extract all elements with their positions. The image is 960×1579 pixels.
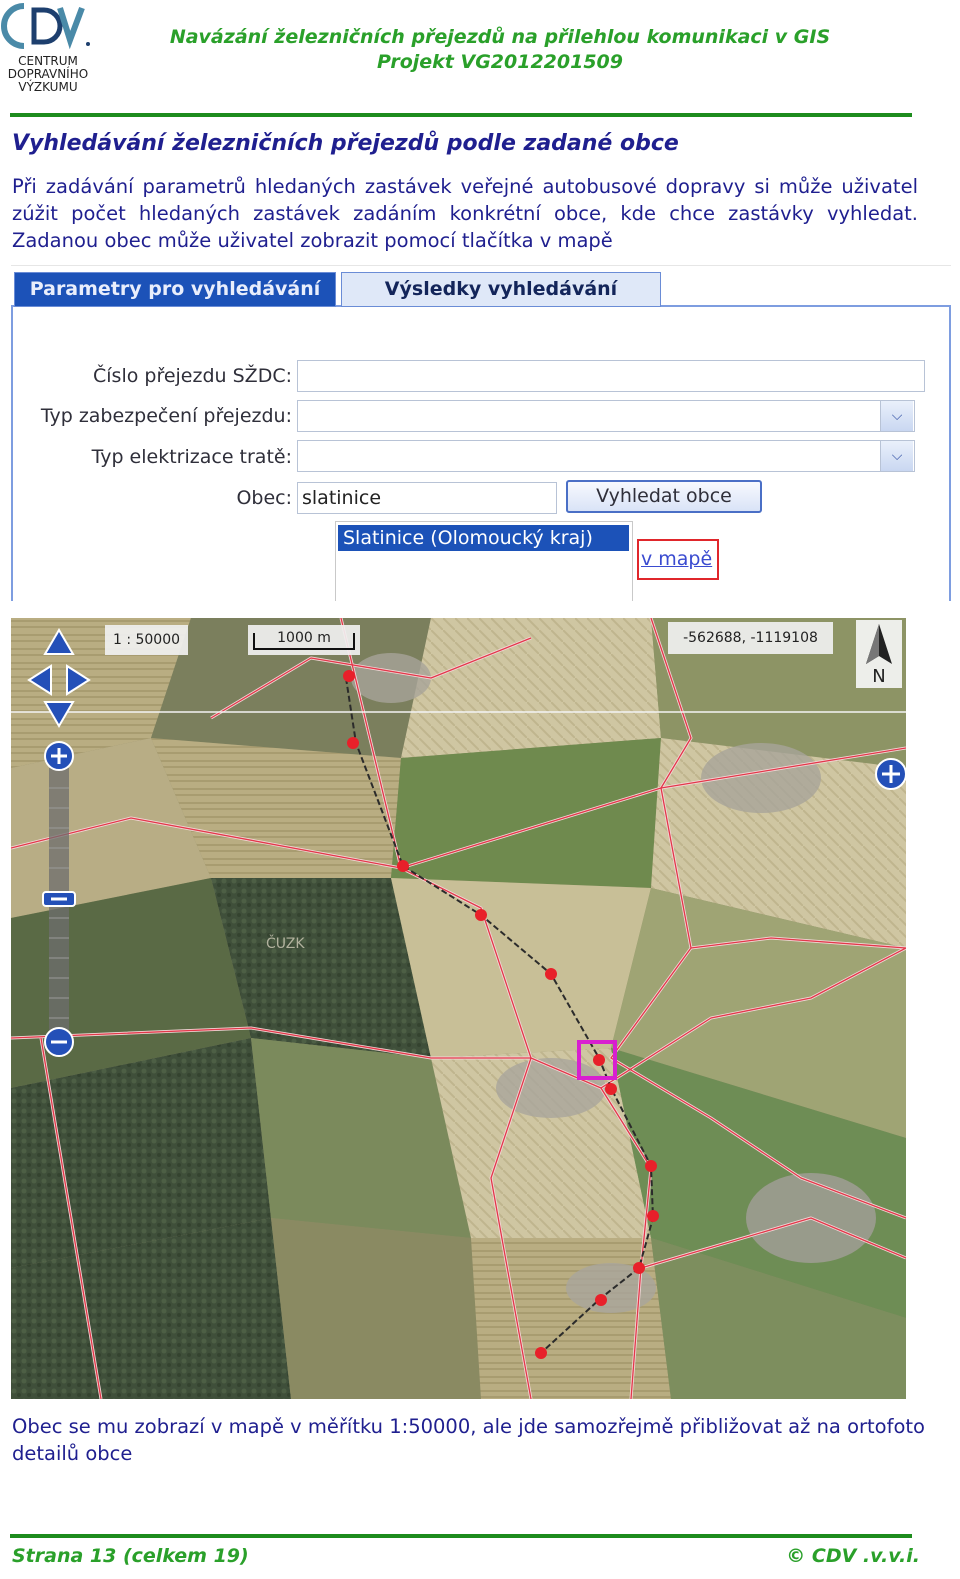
map-scale-bar: 1000 m [248,625,360,655]
intro-paragraph: Při zadávání parametrů hledaných zastáve… [12,173,918,254]
municipality-label: Obec: [236,487,292,509]
zoom-in-icon[interactable] [44,741,74,771]
copyright: © CDV .v.v.i. [786,1545,920,1567]
crossing-marker[interactable] [343,670,355,682]
map-caption: Obec se mu zobrazí v mapě v měřítku 1:50… [12,1413,932,1467]
north-arrow-icon: N [856,620,902,688]
north-label: N [872,666,886,687]
cdv-logo-mark [1,3,90,50]
logo-text: CENTRUM DOPRAVNÍHO VÝZKUMU [0,55,96,94]
crossing-marker[interactable] [593,1054,605,1066]
page-number: Strana 13 (celkem 19) [12,1545,249,1567]
protection-type-label: Typ zabezpečení přejezdu: [40,405,292,427]
tab-search-results[interactable]: Výsledky vyhledávání [341,272,661,307]
crossing-marker[interactable] [347,737,359,749]
scale-bar-label: 1000 m [277,630,331,646]
map-scale-ratio: 1 : 50000 [105,625,188,655]
footer-divider [10,1534,912,1538]
crossing-marker[interactable] [475,909,487,921]
crossing-marker[interactable] [535,1347,547,1359]
caption-line: detailů obce [12,1442,133,1465]
header-divider [10,113,912,117]
crossing-marker[interactable] [647,1210,659,1222]
intro-line: Při zadávání parametrů hledaných zastáve… [12,175,918,198]
chevron-down-icon[interactable]: ⌵ [880,401,913,431]
municipality-result-item[interactable]: Slatinice (Olomoucký kraj) [338,525,629,551]
map-coordinates: -562688, -1119108 [668,622,833,654]
crossing-marker[interactable] [545,968,557,980]
crossing-marker[interactable] [595,1294,607,1306]
caption-line: Obec se mu zobrazí v mapě v měřítku 1:50… [12,1415,925,1438]
electrification-label: Typ elektrizace tratě: [91,446,292,468]
intro-line: zúžit počet hledaných zastávek zadáním k… [12,202,918,225]
header-title: Navázání železničních přejezdů na přileh… [169,26,831,48]
section-title: Vyhledávání železničních přejezdů podle … [12,131,679,156]
find-municipality-button[interactable]: Vyhledat obce [566,480,762,513]
zoom-out-icon[interactable] [44,1027,74,1057]
tab-search-parameters[interactable]: Parametry pro vyhledávání [14,272,336,307]
crossing-marker[interactable] [633,1262,645,1274]
crossing-number-input[interactable] [297,360,925,392]
map-watermark: ČUZK [266,934,305,952]
show-in-map-link[interactable]: v mapě [637,539,719,580]
protection-type-select[interactable]: ⌵ [297,400,915,432]
crossing-marker[interactable] [397,860,409,872]
intro-line: Zadanou obec může uživatel zobrazit pomo… [12,229,613,252]
crossing-marker[interactable] [605,1083,617,1095]
overview-expand-icon[interactable] [875,758,906,790]
header-project: Projekt VG2012201509 [377,51,623,73]
chevron-down-icon[interactable]: ⌵ [880,441,913,471]
map-view[interactable]: ČUZK [11,618,906,1399]
orthophoto-map[interactable]: ČUZK [11,618,906,1399]
crossing-marker[interactable] [645,1160,657,1172]
logo-line: VÝZKUMU [18,80,78,94]
crossing-number-label: Číslo přejezdu SŽDC: [93,365,292,387]
municipality-value: slatinice [302,487,382,509]
electrification-select[interactable]: ⌵ [297,440,915,472]
municipality-input[interactable]: slatinice [297,482,557,514]
